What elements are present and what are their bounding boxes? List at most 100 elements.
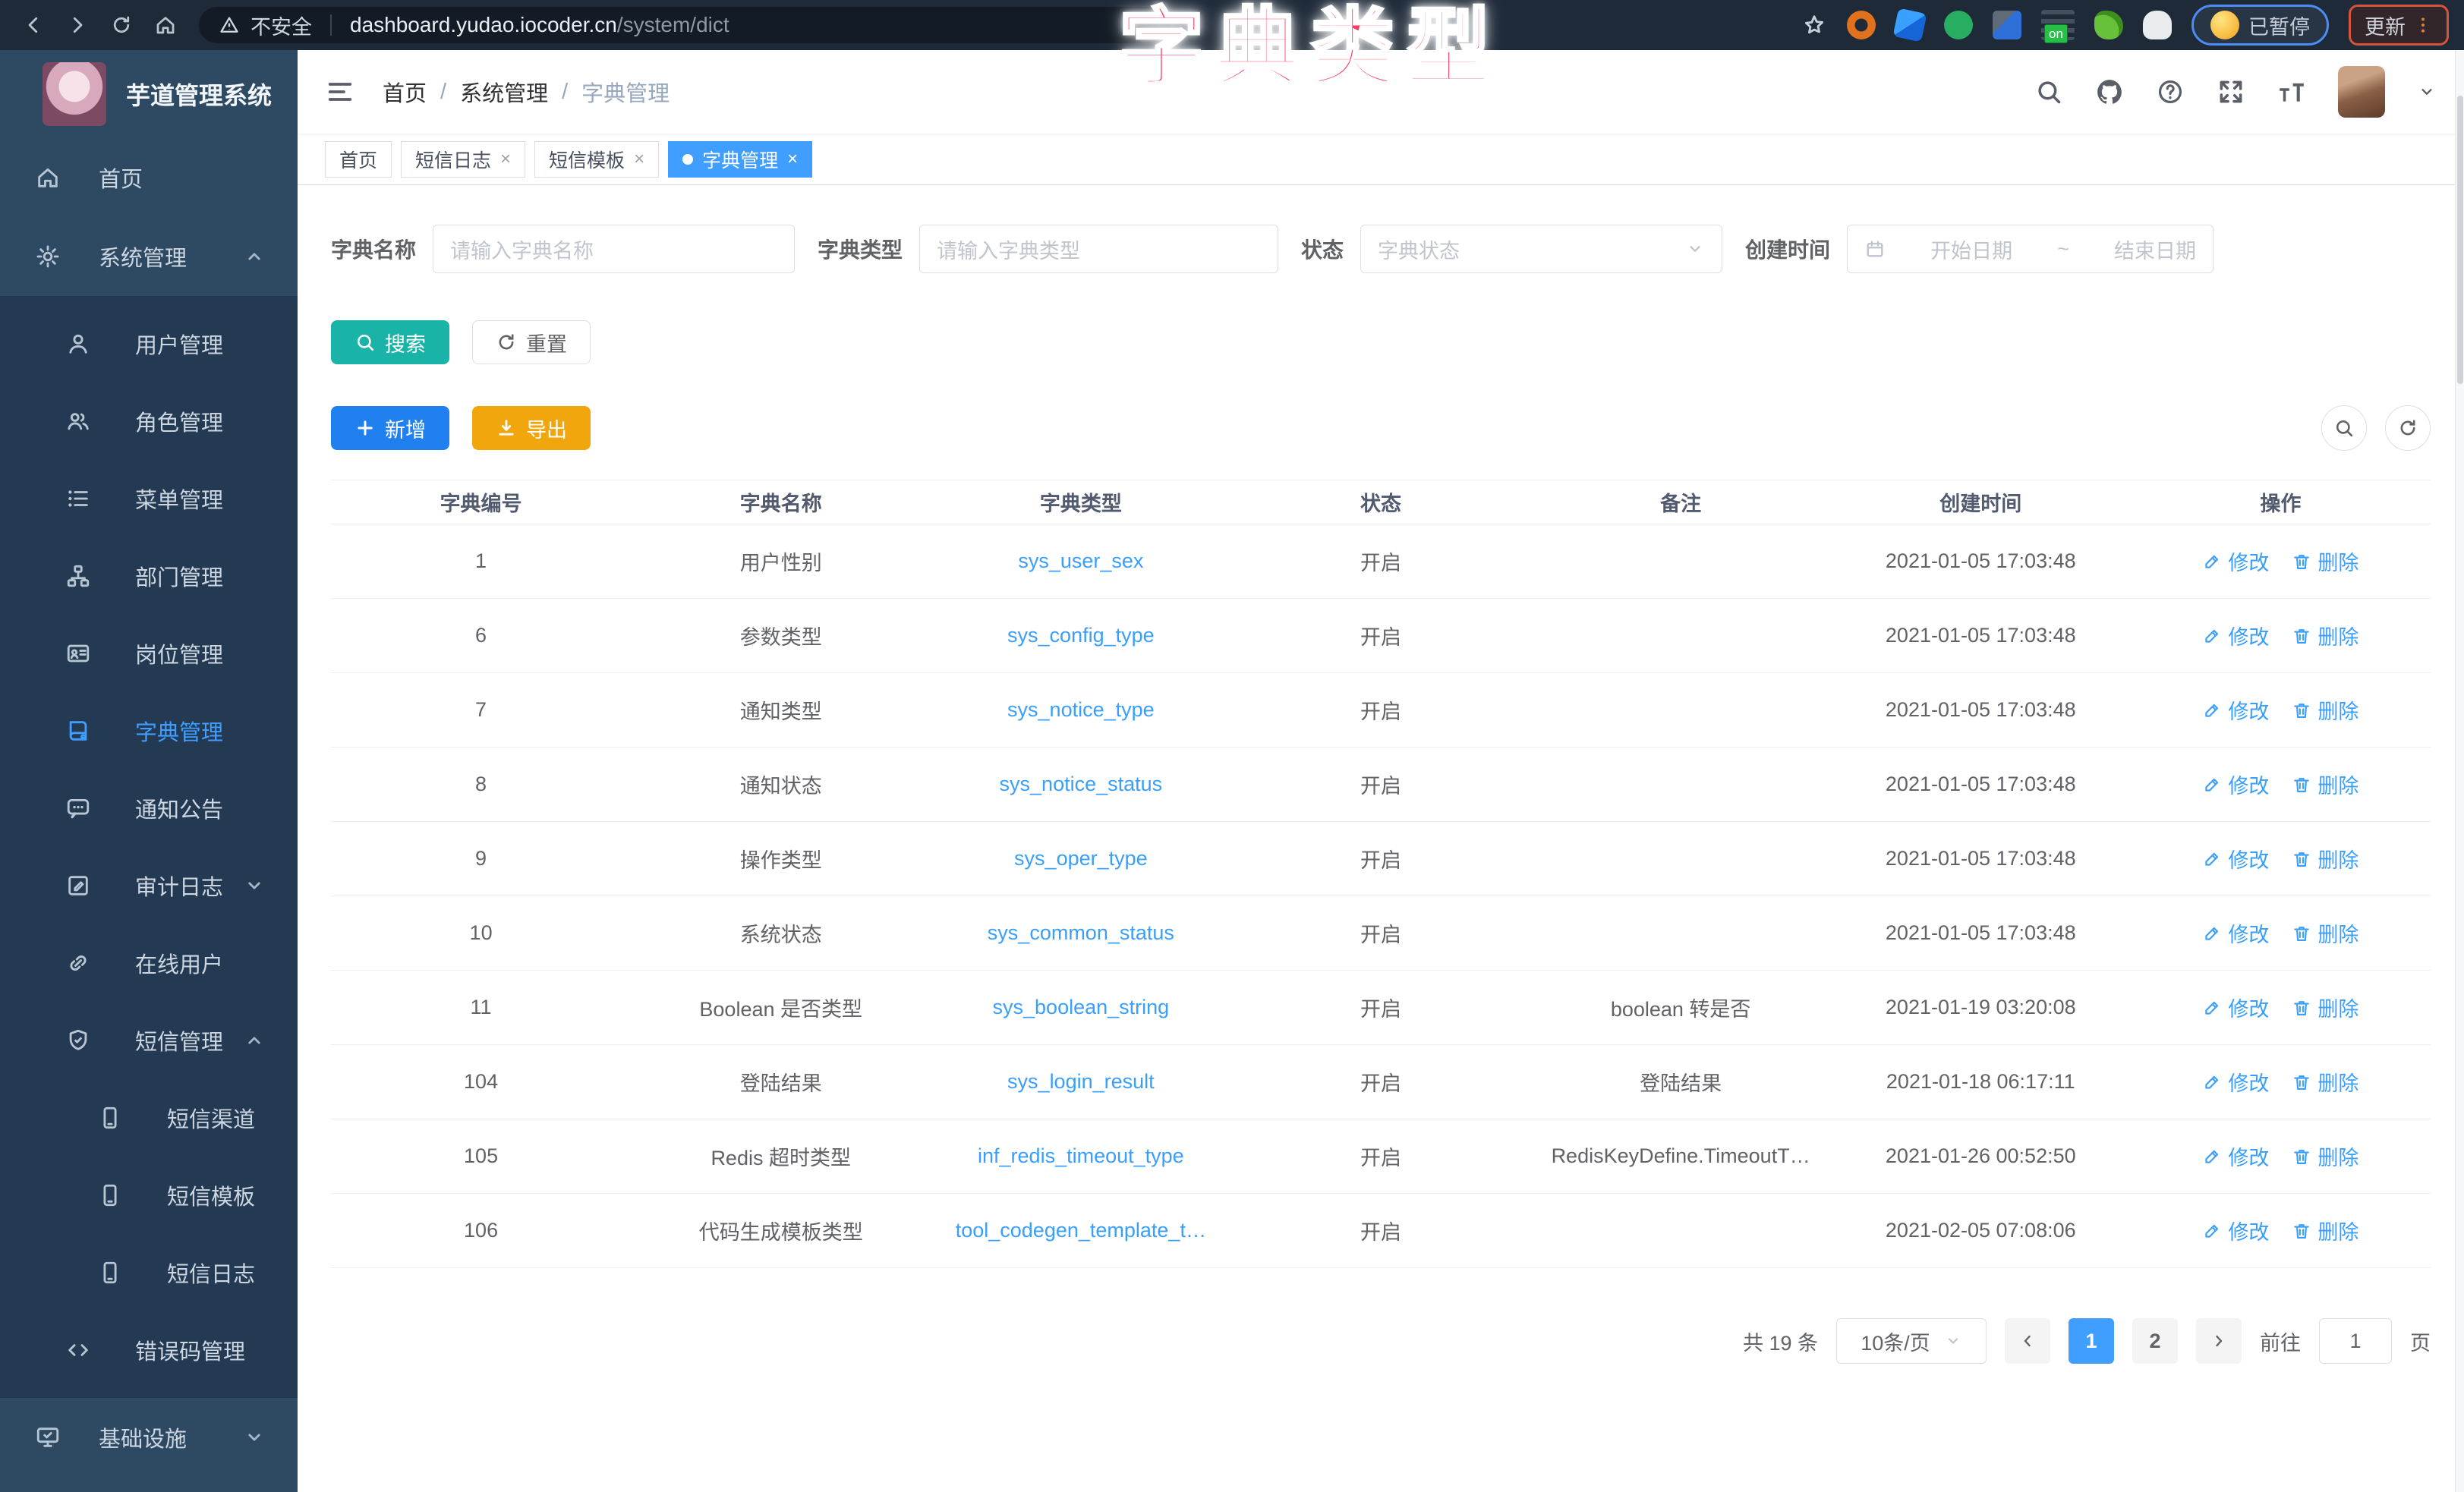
sidebar-item-sms-channel[interactable]: 短信渠道 bbox=[0, 1079, 298, 1157]
delete-link[interactable]: 删除 bbox=[2292, 993, 2358, 1022]
tab-home[interactable]: 首页 bbox=[325, 141, 392, 178]
close-icon[interactable]: × bbox=[500, 150, 511, 168]
delete-link[interactable]: 删除 bbox=[2292, 918, 2358, 948]
edit-link[interactable]: 修改 bbox=[2202, 770, 2269, 799]
status-select[interactable]: 字典状态 bbox=[1360, 225, 1722, 273]
close-icon[interactable]: × bbox=[634, 150, 644, 168]
dict-type-link[interactable]: sys_common_status bbox=[988, 921, 1174, 944]
refresh-table-button[interactable] bbox=[2385, 405, 2431, 451]
extension-icon[interactable] bbox=[1892, 8, 1927, 42]
browser-menu-icon[interactable] bbox=[2413, 15, 2433, 35]
sidebar-item-sms-template[interactable]: 短信模板 bbox=[0, 1157, 298, 1234]
tab-sms-template[interactable]: 短信模板 × bbox=[534, 141, 659, 178]
browser-back-button[interactable] bbox=[15, 7, 52, 43]
delete-link[interactable]: 删除 bbox=[2292, 621, 2358, 650]
dict-type-link[interactable]: sys_notice_type bbox=[1007, 698, 1155, 721]
dict-type-link[interactable]: tool_codegen_template_t… bbox=[956, 1219, 1206, 1242]
close-icon[interactable]: × bbox=[787, 150, 798, 168]
edit-link[interactable]: 修改 bbox=[2202, 918, 2269, 948]
chevron-down-icon[interactable] bbox=[2417, 82, 2437, 102]
delete-link[interactable]: 删除 bbox=[2292, 1067, 2358, 1097]
page-1-button[interactable]: 1 bbox=[2069, 1318, 2114, 1364]
page-2-button[interactable]: 2 bbox=[2132, 1318, 2178, 1364]
hamburger-icon[interactable] bbox=[325, 77, 355, 107]
avatar[interactable] bbox=[2338, 66, 2385, 118]
browser-forward-button[interactable] bbox=[59, 7, 96, 43]
cell-remark: RedisKeyDefine.TimeoutT… bbox=[1531, 1119, 1831, 1194]
paused-badge[interactable]: 已暂停 bbox=[2191, 5, 2329, 46]
sidebar-item-online-users[interactable]: 在线用户 bbox=[0, 924, 298, 1002]
edit-link[interactable]: 修改 bbox=[2202, 546, 2269, 576]
dict-type-link[interactable]: sys_notice_status bbox=[1000, 773, 1163, 795]
extension-icon[interactable]: on bbox=[2041, 10, 2075, 40]
edit-link[interactable]: 修改 bbox=[2202, 695, 2269, 725]
sidebar-item-user-mgmt[interactable]: 用户管理 bbox=[0, 305, 298, 382]
sidebar-item-dict-mgmt[interactable]: 字典管理 bbox=[0, 692, 298, 770]
sidebar-item-sms-mgmt[interactable]: 短信管理 bbox=[0, 1002, 298, 1079]
sidebar-item-role-mgmt[interactable]: 角色管理 bbox=[0, 382, 298, 460]
dict-type-link[interactable]: sys_config_type bbox=[1007, 624, 1155, 647]
sidebar-item-system-mgmt[interactable]: 系统管理 bbox=[0, 217, 298, 296]
dict-type-link[interactable]: sys_oper_type bbox=[1014, 847, 1148, 870]
tab-dict-mgmt[interactable]: 字典管理 × bbox=[668, 141, 812, 178]
scrollbar-thumb[interactable] bbox=[2457, 96, 2463, 384]
delete-link[interactable]: 删除 bbox=[2292, 1141, 2358, 1171]
extension-icon[interactable] bbox=[1993, 11, 2021, 39]
delete-link[interactable]: 删除 bbox=[2292, 844, 2358, 873]
address-bar[interactable]: 不安全 dashboard.yudao.iocoder.cn/system/di… bbox=[199, 7, 1171, 43]
browser-reload-button[interactable] bbox=[103, 7, 140, 43]
add-button[interactable]: 新增 bbox=[331, 406, 449, 450]
sidebar-item-menu-mgmt[interactable]: 菜单管理 bbox=[0, 460, 298, 537]
sidebar-item-audit-log[interactable]: 审计日志 bbox=[0, 847, 298, 924]
sidebar-item-dept-mgmt[interactable]: 部门管理 bbox=[0, 537, 298, 615]
reset-button[interactable]: 重置 bbox=[472, 320, 591, 364]
edit-link[interactable]: 修改 bbox=[2202, 621, 2269, 650]
sidebar-item-sms-log[interactable]: 短信日志 bbox=[0, 1234, 298, 1311]
fullscreen-icon[interactable] bbox=[2217, 77, 2245, 106]
edit-link[interactable]: 修改 bbox=[2202, 993, 2269, 1022]
extension-icon[interactable] bbox=[1944, 11, 1973, 39]
dict-type-link[interactable]: sys_boolean_string bbox=[993, 996, 1170, 1018]
sidebar-item-infrastructure[interactable]: 基础设施 bbox=[0, 1398, 298, 1477]
help-icon[interactable] bbox=[2156, 77, 2185, 106]
date-range-picker[interactable]: 开始日期 ~ 结束日期 bbox=[1847, 225, 2214, 273]
sidebar-item-post-mgmt[interactable]: 岗位管理 bbox=[0, 615, 298, 692]
delete-link[interactable]: 删除 bbox=[2292, 770, 2358, 799]
bookmark-star-icon[interactable] bbox=[1801, 12, 1827, 38]
browser-home-button[interactable] bbox=[147, 7, 184, 43]
extension-icon[interactable] bbox=[2094, 11, 2123, 39]
export-button[interactable]: 导出 bbox=[472, 406, 591, 450]
tab-sms-log[interactable]: 短信日志 × bbox=[401, 141, 525, 178]
goto-page-input[interactable]: 1 bbox=[2319, 1318, 2392, 1364]
prev-page-button[interactable] bbox=[2005, 1318, 2050, 1364]
app-logo-row[interactable]: 芋道管理系统 bbox=[0, 50, 298, 138]
edit-link[interactable]: 修改 bbox=[2202, 1216, 2269, 1245]
extension-icon[interactable] bbox=[1847, 11, 1876, 39]
dict-type-link[interactable]: sys_login_result bbox=[1007, 1070, 1155, 1093]
sidebar-item-error-code[interactable]: 错误码管理 bbox=[0, 1311, 298, 1389]
sidebar-item-home[interactable]: 首页 bbox=[0, 138, 298, 217]
edit-link[interactable]: 修改 bbox=[2202, 844, 2269, 873]
extension-icon[interactable] bbox=[2143, 11, 2172, 39]
edit-link[interactable]: 修改 bbox=[2202, 1067, 2269, 1097]
update-button[interactable]: 更新 bbox=[2349, 5, 2449, 46]
sidebar-item-notice[interactable]: 通知公告 bbox=[0, 770, 298, 847]
breadcrumb-section[interactable]: 系统管理 bbox=[460, 76, 548, 108]
github-icon[interactable] bbox=[2095, 77, 2124, 106]
search-icon[interactable] bbox=[2034, 77, 2063, 106]
delete-link[interactable]: 删除 bbox=[2292, 695, 2358, 725]
toggle-search-button[interactable] bbox=[2321, 405, 2367, 451]
search-button[interactable]: 搜索 bbox=[331, 320, 449, 364]
delete-link[interactable]: 删除 bbox=[2292, 546, 2358, 576]
dict-type-link[interactable]: inf_redis_timeout_type bbox=[978, 1144, 1184, 1167]
dict-name-input[interactable]: 请输入字典名称 bbox=[433, 225, 795, 273]
edit-link[interactable]: 修改 bbox=[2202, 1141, 2269, 1171]
page-size-select[interactable]: 10条/页 bbox=[1836, 1318, 1987, 1364]
dict-type-link[interactable]: sys_user_sex bbox=[1018, 549, 1143, 572]
dict-type-input[interactable]: 请输入字典类型 bbox=[919, 225, 1278, 273]
font-size-icon[interactable] bbox=[2277, 77, 2306, 106]
next-page-button[interactable] bbox=[2196, 1318, 2242, 1364]
breadcrumb-home[interactable]: 首页 bbox=[383, 76, 427, 108]
scrollbar[interactable] bbox=[2455, 50, 2464, 1492]
delete-link[interactable]: 删除 bbox=[2292, 1216, 2358, 1245]
